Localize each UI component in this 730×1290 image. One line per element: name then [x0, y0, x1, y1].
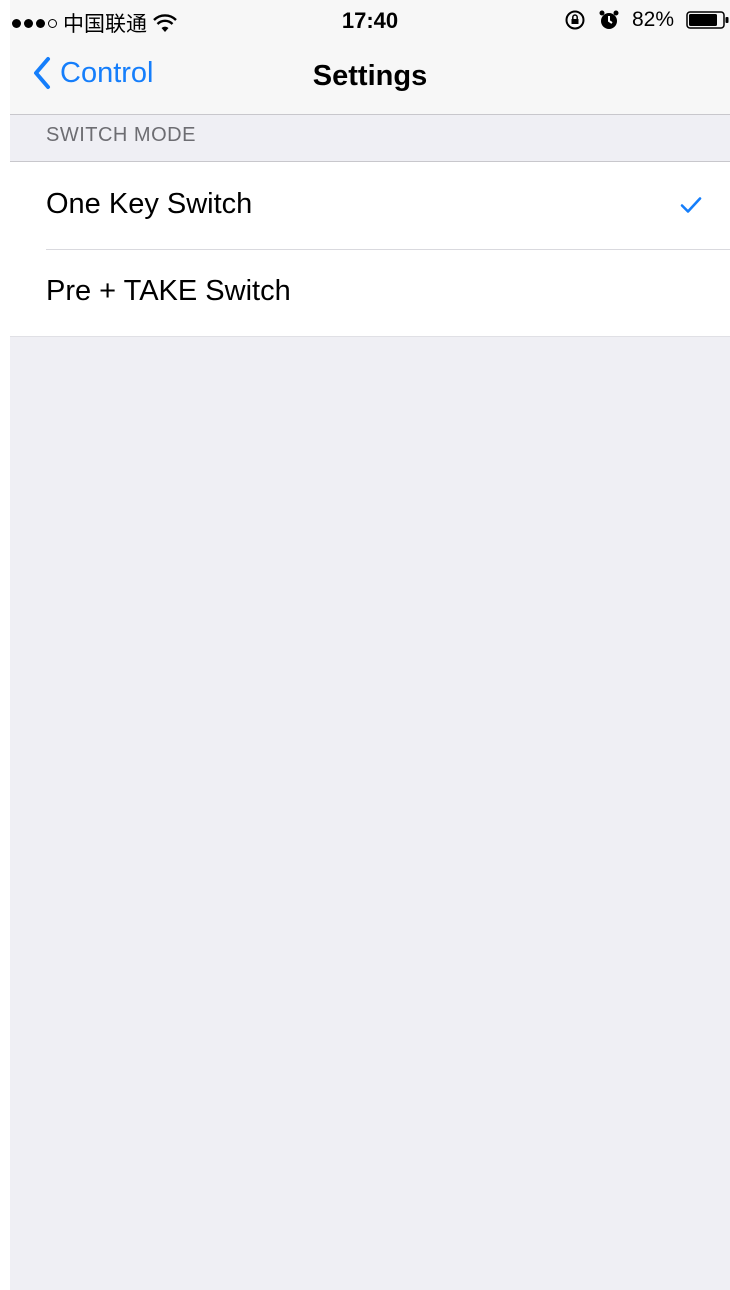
list-item-label: One Key Switch	[46, 188, 253, 220]
page-title: Settings	[312, 60, 428, 92]
checkmark-icon	[680, 197, 702, 213]
option-pre-take-switch[interactable]: Pre + TAKE Switch	[10, 249, 730, 336]
battery-percent: 82%	[631, 8, 674, 31]
section-header-label: SWITCH MODE	[46, 124, 196, 146]
status-bar: 中国联通 17:40 82%	[10, 0, 730, 40]
switch-mode-list: One Key Switch Pre + TAKE Switch	[10, 162, 730, 337]
list-item-label: Pre + TAKE Switch	[46, 275, 291, 307]
section-header: SWITCH MODE	[10, 115, 730, 162]
status-right: 82%	[564, 8, 730, 32]
settings-screen: 中国联通 17:40 82% Control Settings SWITCH M…	[10, 0, 730, 1290]
option-one-key-switch[interactable]: One Key Switch	[10, 162, 730, 249]
alarm-icon	[599, 10, 619, 29]
battery-icon	[686, 11, 729, 29]
rotation-lock-icon	[565, 10, 585, 30]
navigation-bar: Control Settings	[10, 40, 730, 115]
